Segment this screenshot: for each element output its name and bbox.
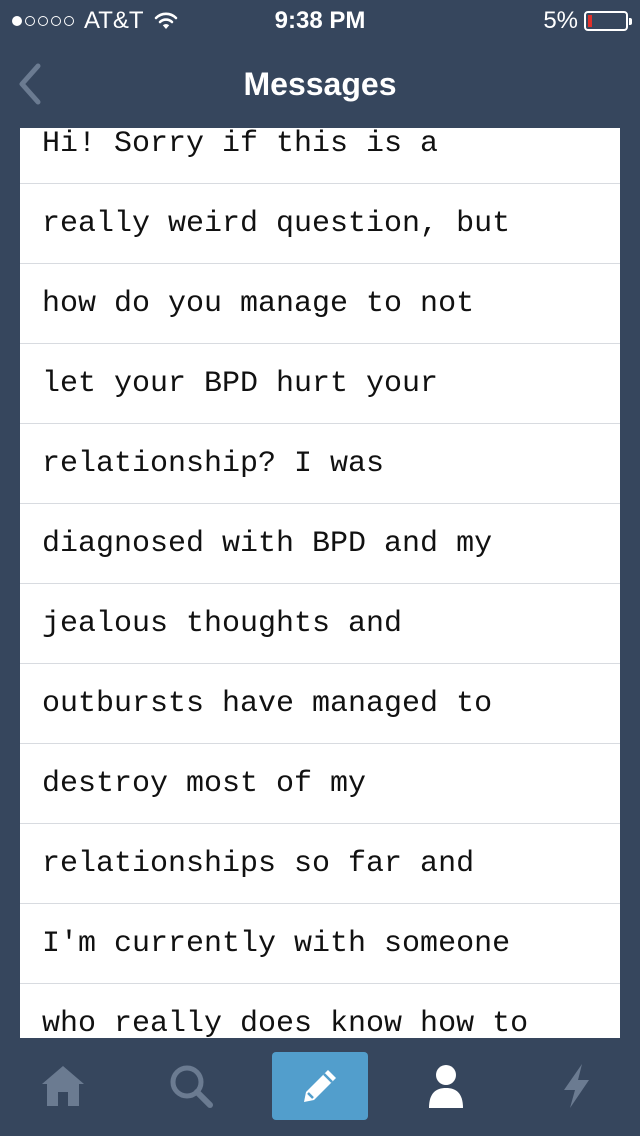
battery-group: 5%: [543, 7, 632, 35]
tab-activity[interactable]: [528, 1052, 624, 1120]
tab-bar: [0, 1038, 640, 1136]
message-line: Hi! Sorry if this is a: [20, 128, 620, 184]
pencil-icon: [296, 1062, 344, 1110]
message-line: destroy most of my: [20, 744, 620, 824]
tab-compose[interactable]: [272, 1052, 368, 1120]
battery-icon: [584, 11, 632, 31]
tab-home[interactable]: [15, 1052, 111, 1120]
message-line: outbursts have managed to: [20, 664, 620, 744]
status-bar: AT&T 9:38 PM 5%: [0, 0, 640, 40]
message-line: relationship? I was: [20, 424, 620, 504]
message-line: really weird question, but: [20, 184, 620, 264]
message-line: diagnosed with BPD and my: [20, 504, 620, 584]
message-line: who really does know how to: [20, 984, 620, 1038]
message-card[interactable]: Hi! Sorry if this is a really weird ques…: [20, 128, 620, 1038]
message-line: I'm currently with someone: [20, 904, 620, 984]
message-lines: Hi! Sorry if this is a really weird ques…: [20, 128, 620, 1038]
home-icon: [40, 1064, 86, 1108]
search-icon: [168, 1063, 214, 1109]
page-title: Messages: [243, 66, 397, 102]
tab-search[interactable]: [143, 1052, 239, 1120]
message-line: relationships so far and: [20, 824, 620, 904]
lightning-icon: [558, 1062, 594, 1110]
tab-account[interactable]: [398, 1052, 494, 1120]
navigation-bar: Messages: [0, 40, 640, 128]
battery-level: [588, 15, 592, 27]
message-line: jealous thoughts and: [20, 584, 620, 664]
message-line: let your BPD hurt your: [20, 344, 620, 424]
battery-percent: 5%: [543, 7, 578, 34]
person-icon: [426, 1063, 466, 1109]
message-line: how do you manage to not: [20, 264, 620, 344]
